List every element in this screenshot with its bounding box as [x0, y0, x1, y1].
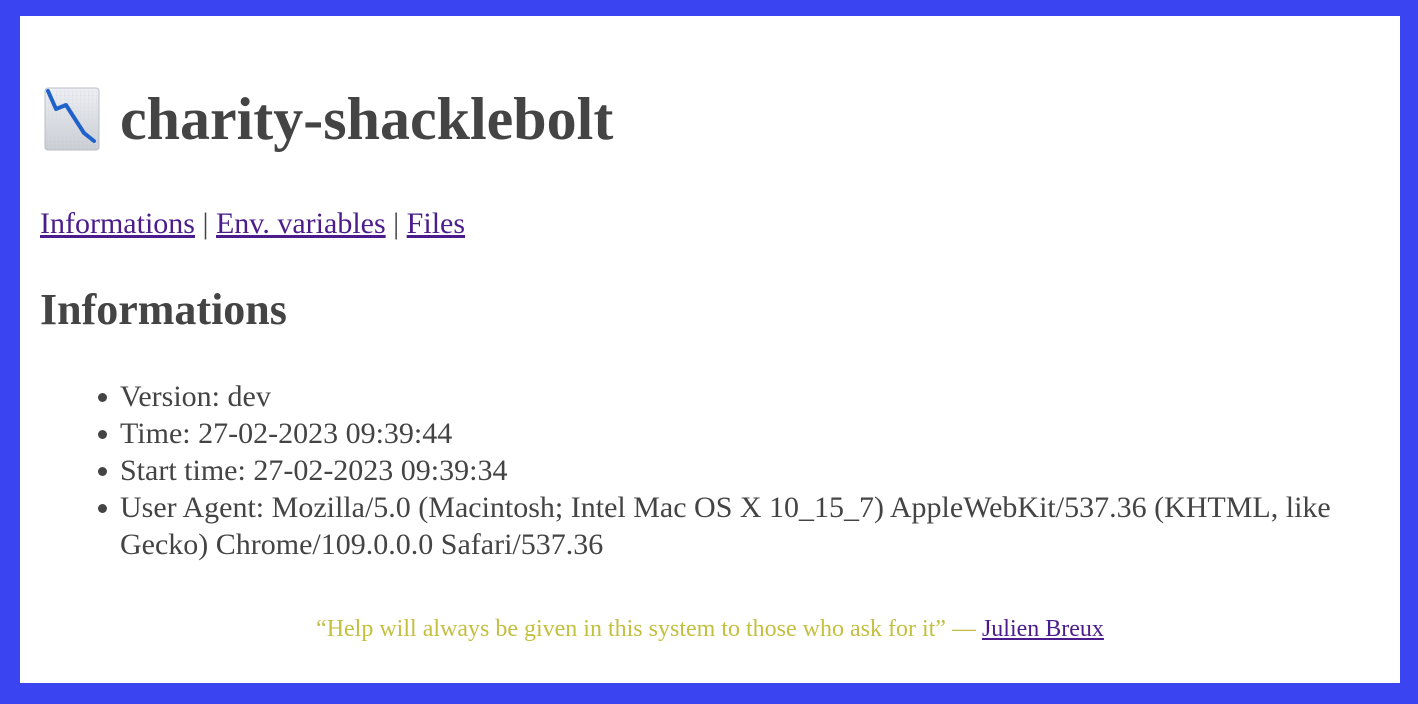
page-container: charity-shacklebolt Informations | Env. … [20, 16, 1400, 683]
page-header: charity-shacklebolt [44, 84, 613, 154]
info-label: Version: [120, 380, 220, 413]
app-title: charity-shacklebolt [120, 86, 614, 152]
info-item-time: Time: 27-02-2023 09:39:44 [98, 415, 1370, 452]
info-list: Version: dev Time: 27-02-2023 09:39:44 S… [98, 378, 1370, 563]
nav-link-informations[interactable]: Informations [40, 207, 195, 240]
info-item-user-agent: User Agent: Mozilla/5.0 (Macintosh; Inte… [98, 489, 1370, 563]
footer-quote: “Help will always be given in this syste… [20, 614, 1400, 644]
info-label: Time: [120, 417, 191, 450]
nav-link-files[interactable]: Files [407, 207, 465, 240]
nav-link-env-variables[interactable]: Env. variables [216, 207, 386, 240]
nav-separator: | [393, 207, 400, 240]
section-title: Informations [40, 285, 287, 334]
info-item-start-time: Start time: 27-02-2023 09:39:34 [98, 452, 1370, 489]
info-value: 27-02-2023 09:39:34 [253, 454, 508, 487]
author-link[interactable]: Julien Breux [982, 616, 1104, 642]
info-value: Mozilla/5.0 (Macintosh; Intel Mac OS X 1… [120, 491, 1331, 561]
info-label: User Agent: [120, 491, 265, 524]
quote-text: “Help will always be given in this syste… [316, 616, 976, 642]
info-label: Start time: [120, 454, 246, 487]
nav-separator: | [202, 207, 209, 240]
nav-bar: Informations | Env. variables | Files [40, 206, 465, 242]
info-value: dev [227, 380, 271, 413]
info-item-version: Version: dev [98, 378, 1370, 415]
info-value: 27-02-2023 09:39:44 [198, 417, 453, 450]
chart-decreasing-icon [44, 87, 100, 151]
